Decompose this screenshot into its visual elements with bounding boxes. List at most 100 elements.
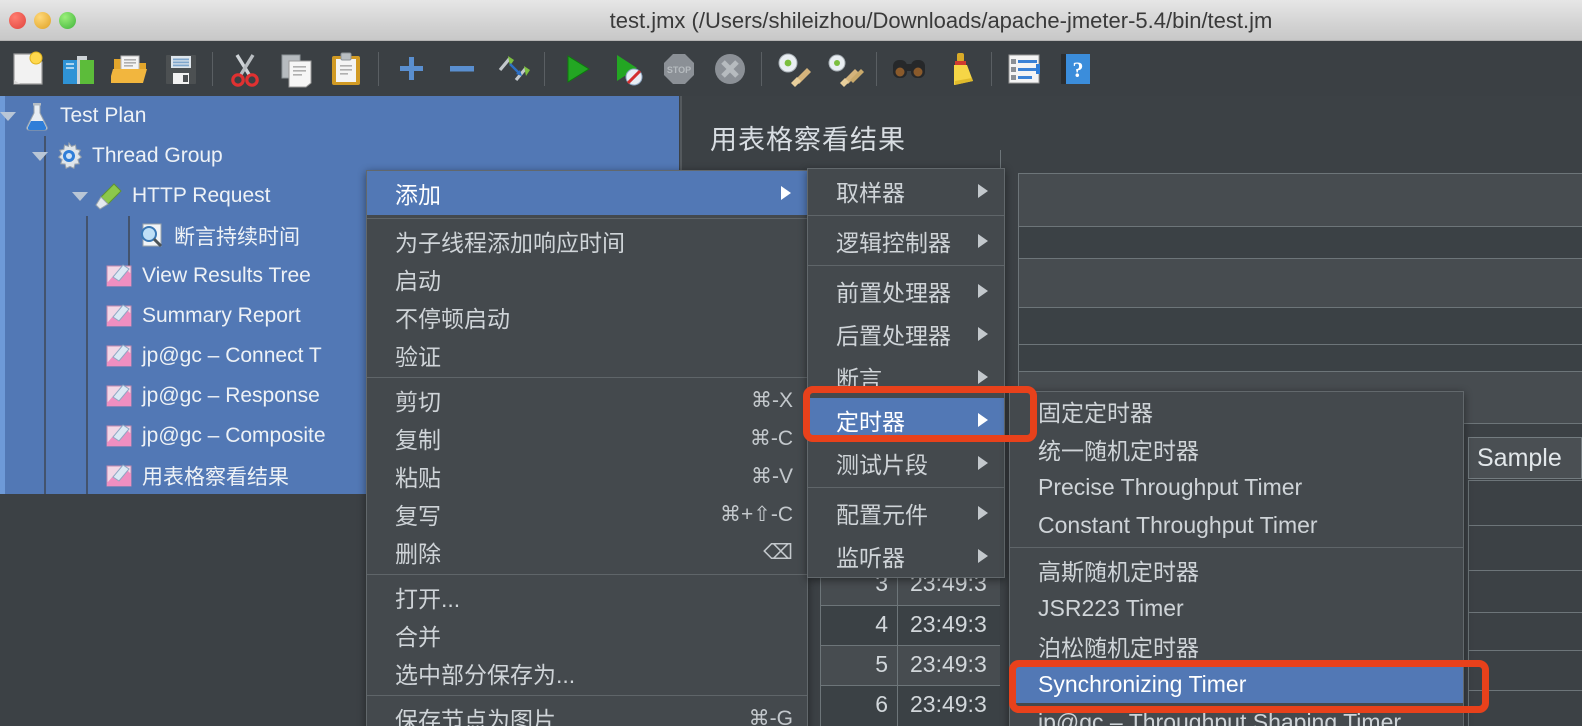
save-icon[interactable] [155, 45, 206, 93]
timer-item-constant-timer[interactable]: 固定定时器 [1010, 392, 1463, 430]
table-gridline [1018, 226, 1582, 227]
menu-item-save-selection-as[interactable]: 选中部分保存为... [367, 654, 807, 692]
collapse-all-icon[interactable] [436, 45, 487, 93]
tree-node-connect-times[interactable]: jp@gc – Connect T [104, 336, 322, 376]
chevron-right-icon [978, 412, 988, 427]
chevron-right-icon [978, 183, 988, 198]
tree-node-thread-group[interactable]: Thread Group [32, 136, 223, 176]
menu-item-merge[interactable]: 合并 [367, 616, 807, 654]
listener-icon [106, 424, 132, 447]
chevron-down-icon[interactable] [72, 191, 88, 201]
submenu-item-listener[interactable]: 监听器 [808, 534, 1004, 577]
submenu-item-config-element[interactable]: 配置元件 [808, 491, 1004, 534]
menu-item-copy[interactable]: 复制 ⌘-C [367, 419, 807, 457]
menu-item-shortcut: ⌘-V [751, 464, 793, 488]
new-icon[interactable] [2, 45, 53, 93]
menu-separator [808, 487, 1004, 488]
function-helper-icon[interactable] [998, 45, 1049, 93]
chevron-down-icon[interactable] [32, 151, 48, 161]
chevron-right-icon [781, 186, 791, 200]
table-gridline [1018, 173, 1019, 425]
menu-item-label: JSR223 Timer [1038, 594, 1184, 621]
stop-icon[interactable]: STOP [653, 45, 704, 93]
listener-icon [106, 344, 132, 367]
submenu-item-logic-controller[interactable]: 逻辑控制器 [808, 219, 1004, 262]
menu-item-label: 剪切 [395, 389, 441, 415]
tree-node-label: jp@gc – Composite [142, 424, 326, 447]
menu-item-start[interactable]: 启动 [367, 260, 807, 298]
expand-all-icon[interactable] [385, 45, 436, 93]
toolbar-separator [876, 51, 877, 86]
menu-item-save-node-as-image[interactable]: 保存节点为图片 ⌘-G [367, 699, 807, 726]
open-icon[interactable] [104, 45, 155, 93]
tree-node-view-results-in-table[interactable]: 用表格察看结果 [104, 456, 289, 496]
tree-node-summary-report[interactable]: Summary Report [104, 296, 301, 336]
tree-node-label: jp@gc – Response [142, 384, 320, 407]
templates-icon[interactable] [53, 45, 104, 93]
submenu-item-assertions[interactable]: 断言 [808, 355, 1004, 398]
cut-icon[interactable] [219, 45, 270, 93]
tree-node-response-times[interactable]: jp@gc – Response [104, 376, 320, 416]
start-no-pauses-icon[interactable] [602, 45, 653, 93]
menu-item-label: 后置处理器 [836, 322, 951, 349]
tree-node-view-results-tree[interactable]: View Results Tree [104, 256, 311, 296]
menu-item-start-no-pauses[interactable]: 不停顿启动 [367, 298, 807, 336]
menu-item-add[interactable]: 添加 [367, 171, 807, 215]
reset-search-icon[interactable] [934, 45, 985, 93]
submenu-item-test-fragment[interactable]: 测试片段 [808, 441, 1004, 484]
submenu-item-timer[interactable]: 定时器 [808, 398, 1004, 441]
table-cell-time: 23:49:3 [910, 651, 987, 677]
context-menu[interactable]: 添加 为子线程添加响应时间 启动 不停顿启动 验证 剪切 ⌘-X 复制 ⌘-C … [366, 170, 808, 726]
menu-item-validate[interactable]: 验证 [367, 336, 807, 374]
timer-item-precise-throughput-timer[interactable]: Precise Throughput Timer [1010, 468, 1463, 506]
menu-item-paste[interactable]: 粘贴 ⌘-V [367, 457, 807, 495]
add-submenu[interactable]: 取样器 逻辑控制器 前置处理器 后置处理器 断言 定时器 测试片段 配置元件 监… [807, 168, 1005, 578]
table-gridline [1468, 480, 1469, 726]
timer-submenu[interactable]: 固定定时器 统一随机定时器 Precise Throughput Timer C… [1009, 391, 1464, 726]
menu-item-open[interactable]: 打开... [367, 578, 807, 616]
table-gridline [1018, 371, 1582, 372]
tree-node-duration-assertion[interactable]: 断言持续时间 [136, 216, 300, 256]
timer-item-jsr223-timer[interactable]: JSR223 Timer [1010, 589, 1463, 627]
menu-item-add-think-times[interactable]: 为子线程添加响应时间 [367, 222, 807, 260]
menu-separator [808, 265, 1004, 266]
chevron-right-icon [978, 326, 988, 341]
table-gridline [820, 685, 1000, 686]
start-icon[interactable] [551, 45, 602, 93]
timer-item-gaussian-random-timer[interactable]: 高斯随机定时器 [1010, 551, 1463, 589]
submenu-item-pre-processors[interactable]: 前置处理器 [808, 269, 1004, 312]
clear-all-icon[interactable] [819, 45, 870, 93]
toolbar-separator [761, 51, 762, 86]
tree-node-label: 用表格察看结果 [142, 466, 289, 489]
submenu-item-post-processors[interactable]: 后置处理器 [808, 312, 1004, 355]
menu-item-duplicate[interactable]: 复写 ⌘+⇧-C [367, 495, 807, 533]
timer-item-synchronizing-timer[interactable]: Synchronizing Timer [1010, 665, 1463, 703]
timer-item-uniform-random-timer[interactable]: 统一随机定时器 [1010, 430, 1463, 468]
chevron-down-icon[interactable] [0, 111, 16, 121]
menu-item-label: 配置元件 [836, 501, 928, 528]
toggle-icon[interactable] [487, 45, 538, 93]
submenu-item-sampler[interactable]: 取样器 [808, 169, 1004, 212]
shutdown-icon[interactable] [704, 45, 755, 93]
menu-item-remove[interactable]: 删除 ⌫ [367, 533, 807, 571]
search-icon[interactable] [883, 45, 934, 93]
copy-icon[interactable] [270, 45, 321, 93]
tree-node-composite-graph[interactable]: jp@gc – Composite [104, 416, 326, 456]
timer-item-throughput-shaping-timer[interactable]: jp@gc – Throughput Shaping Timer [1010, 703, 1463, 726]
menu-item-label: 保存节点为图片 [395, 707, 556, 726]
tree-node-http-request[interactable]: HTTP Request [72, 176, 271, 216]
timer-item-constant-throughput-timer[interactable]: Constant Throughput Timer [1010, 506, 1463, 544]
clear-icon[interactable] [768, 45, 819, 93]
tree-node-test-plan[interactable]: Test Plan [0, 96, 146, 136]
table-row [1018, 174, 1582, 226]
table-cell-index: 6 [875, 691, 888, 717]
timer-item-poisson-random-timer[interactable]: 泊松随机定时器 [1010, 627, 1463, 665]
table-gridline [820, 605, 1000, 606]
table-column-header-sample[interactable]: Sample [1468, 437, 1582, 479]
table-cell-time: 23:49:3 [910, 611, 987, 637]
menu-item-cut[interactable]: 剪切 ⌘-X [367, 381, 807, 419]
paste-icon[interactable] [321, 45, 372, 93]
tree-node-label: jp@gc – Connect T [142, 344, 322, 367]
help-icon[interactable]: ? [1049, 45, 1100, 93]
menu-item-label: 前置处理器 [836, 279, 951, 306]
